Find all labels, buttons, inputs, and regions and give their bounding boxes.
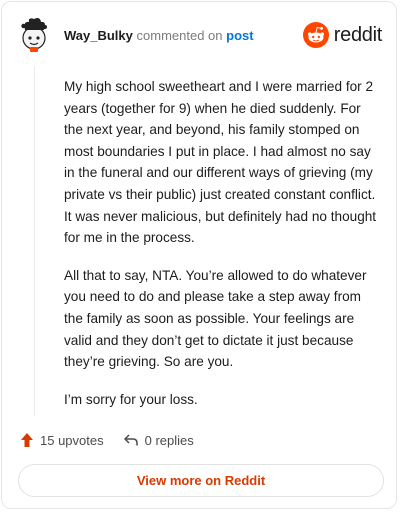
- reddit-wordmark: reddit: [333, 23, 383, 46]
- comment-actions: 15 upvotes 0 replies: [20, 430, 194, 450]
- comment-card: Way_Bulky commented on post reddit My hi…: [1, 1, 397, 509]
- view-more-button[interactable]: View more on Reddit: [18, 464, 384, 497]
- upvote-arrow-icon: [21, 433, 33, 447]
- comment-meta: Way_Bulky commented on post: [64, 28, 254, 44]
- reddit-logo[interactable]: reddit: [302, 22, 383, 48]
- thread-line: [34, 66, 35, 416]
- comment-paragraph: I’m sorry for your loss.: [64, 391, 198, 407]
- comment-body: My high school sweetheart and I were mar…: [64, 76, 382, 426]
- comment-paragraph: My high school sweetheart and I were mar…: [64, 79, 377, 246]
- reply-count: 0 replies: [144, 432, 194, 448]
- post-link[interactable]: post: [226, 28, 253, 43]
- comment-header: Way_Bulky commented on post reddit: [2, 2, 396, 66]
- reply-arrow-icon: [123, 434, 138, 446]
- reply-button[interactable]: 0 replies: [123, 433, 194, 448]
- comment-paragraph: All that to say, NTA. You’re allowed to …: [64, 267, 367, 370]
- commented-on-text: commented on: [136, 28, 223, 43]
- username-link[interactable]: Way_Bulky: [64, 28, 133, 43]
- reddit-snoo-icon: [302, 22, 329, 48]
- upvote-count: 15 upvotes: [40, 432, 104, 448]
- user-avatar[interactable]: [19, 16, 49, 52]
- upvote-button[interactable]: 15 upvotes: [20, 432, 104, 448]
